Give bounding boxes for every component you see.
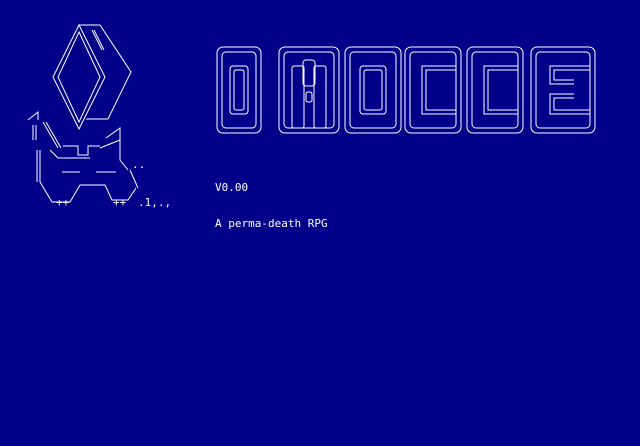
title-screen: .. ++ ++ .1,., V0.00 A perma-death RPG (0, 0, 640, 446)
tagline-label: A perma-death RPG (215, 217, 328, 230)
creature-dots: .. (132, 158, 145, 171)
version-info: V0.00 A perma-death RPG (215, 158, 328, 254)
creature-feet-left: ++ (56, 196, 70, 209)
scatter-dots: .1,., (138, 196, 171, 209)
creature-icon (27, 110, 139, 203)
crystal-icon (52, 23, 132, 131)
creature-feet-right: ++ (113, 196, 127, 209)
title-logo (216, 46, 596, 134)
version-label: V0.00 (215, 181, 249, 194)
